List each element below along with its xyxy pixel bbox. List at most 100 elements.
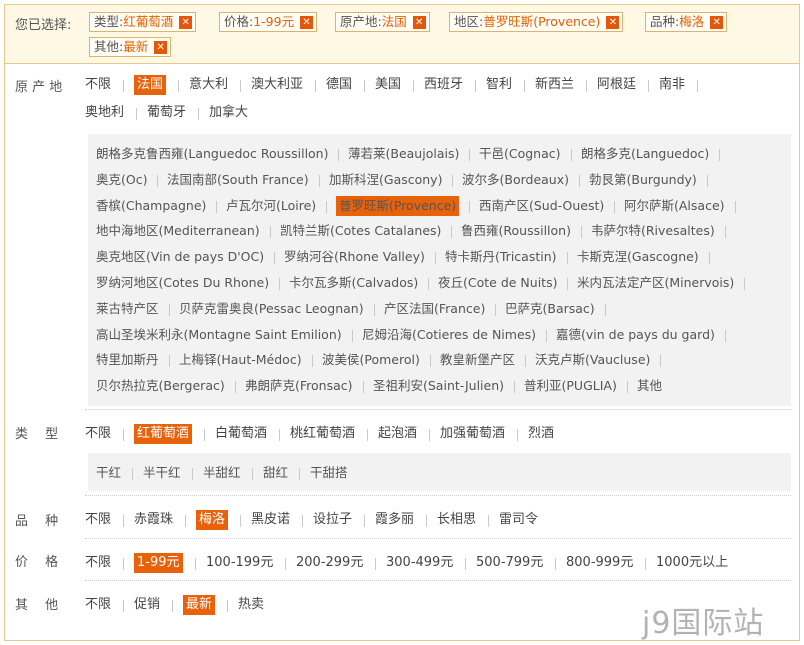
region-option[interactable]: 巴萨克(Barsac) <box>505 299 595 319</box>
price-option[interactable]: 1-99元 <box>134 553 183 573</box>
region-option[interactable]: 罗纳河谷(Rhone Valley) <box>284 247 425 267</box>
region-option[interactable]: 普利亚(PUGLIA) <box>524 376 617 396</box>
region-option[interactable]: 普罗旺斯(Provence) <box>336 195 460 216</box>
origin-option[interactable]: 德国 <box>326 75 352 95</box>
region-option[interactable]: 凯特兰斯(Cotes Catalanes) <box>280 221 441 241</box>
region-option[interactable]: 沃克卢斯(Vaucluse) <box>535 350 650 370</box>
region-option[interactable]: 勃艮第(Burgundy) <box>589 170 697 190</box>
region-option[interactable]: 卡斯克涅(Gascogne) <box>577 247 699 267</box>
region-option[interactable]: 奥克(Oc) <box>96 170 147 190</box>
type-sub-option[interactable]: 干甜搭 <box>310 463 348 483</box>
type-option[interactable]: 加强葡萄酒 <box>440 424 505 444</box>
other-option[interactable]: 热卖 <box>238 595 264 615</box>
option-separator <box>171 600 173 612</box>
option-separator <box>274 252 275 265</box>
remove-filter-icon[interactable]: ✕ <box>300 16 314 29</box>
region-option[interactable]: 卡尔瓦多斯(Calvados) <box>289 273 418 293</box>
origin-option[interactable]: 南非 <box>659 75 685 95</box>
price-option[interactable]: 100-199元 <box>206 553 273 573</box>
other-option[interactable]: 促销 <box>134 595 160 615</box>
region-option[interactable]: 产区法国(France) <box>384 299 485 319</box>
region-option[interactable]: 干邑(Cognac) <box>479 144 561 164</box>
origin-option[interactable]: 不限 <box>85 75 111 95</box>
remove-filter-icon[interactable]: ✕ <box>606 16 620 29</box>
price-option[interactable]: 500-799元 <box>476 553 543 573</box>
region-option[interactable]: 上梅铎(Haut-Médoc) <box>179 350 302 370</box>
price-option[interactable]: 300-499元 <box>386 553 453 573</box>
variety-option[interactable]: 梅洛 <box>196 510 229 530</box>
remove-filter-icon[interactable]: ✕ <box>710 16 724 29</box>
type-option[interactable]: 白葡萄酒 <box>215 424 267 444</box>
region-option[interactable]: 贝萨克雷奥良(Pessac Leognan) <box>179 299 364 319</box>
region-option[interactable]: 罗纳河地区(Cotes Du Rhone) <box>96 273 269 293</box>
remove-filter-icon[interactable]: ✕ <box>412 16 426 29</box>
region-option[interactable]: 奥克地区(Vin de pays D'OC) <box>96 247 264 267</box>
region-option[interactable]: 波美侯(Pomerol) <box>322 350 420 370</box>
remove-filter-icon[interactable]: ✕ <box>154 41 168 54</box>
price-option[interactable]: 1000元以上 <box>656 553 728 573</box>
origin-option[interactable]: 阿根廷 <box>597 75 636 95</box>
remove-filter-icon[interactable]: ✕ <box>179 16 193 29</box>
region-option[interactable]: 朗格多克鲁西雍(Languedoc Roussillon) <box>96 144 328 164</box>
price-option[interactable]: 不限 <box>85 553 111 573</box>
region-option[interactable]: 卢瓦尔河(Loire) <box>226 196 316 216</box>
type-sub-option[interactable]: 甜红 <box>263 463 288 483</box>
variety-option[interactable]: 霞多丽 <box>375 510 414 530</box>
region-option[interactable]: 波尔多(Bordeaux) <box>462 170 569 190</box>
type-option[interactable]: 烈酒 <box>528 424 554 444</box>
region-option[interactable]: 朗格多克(Languedoc) <box>581 144 709 164</box>
type-sub-option[interactable]: 半干红 <box>143 463 181 483</box>
origin-option[interactable]: 澳大利亚 <box>251 75 303 95</box>
region-option[interactable]: 鲁西雍(Roussillon) <box>461 221 571 241</box>
region-option[interactable]: 阿尔萨斯(Alsace) <box>624 196 725 216</box>
selected-filter-chip: 价格:1-99元 ✕ <box>219 12 318 32</box>
region-option[interactable]: 特卡斯丹(Tricastin) <box>445 247 557 267</box>
filter-label-variety: 品 种 <box>15 514 59 529</box>
variety-option[interactable]: 不限 <box>85 510 111 530</box>
region-option[interactable]: 教皇新堡产区 <box>440 350 515 370</box>
region-option[interactable]: 加斯科涅(Gascony) <box>329 170 442 190</box>
origin-option[interactable]: 葡萄牙 <box>147 103 186 123</box>
other-option[interactable]: 不限 <box>85 595 111 615</box>
origin-option[interactable]: 美国 <box>375 75 401 95</box>
region-option[interactable]: 圣祖利安(Saint-Julien) <box>373 376 504 396</box>
origin-option[interactable]: 意大利 <box>189 75 228 95</box>
region-option[interactable]: 高山圣埃米利永(Montagne Saint Emilion) <box>96 325 342 345</box>
variety-option[interactable]: 黑皮诺 <box>251 510 290 530</box>
price-option[interactable]: 200-299元 <box>296 553 363 573</box>
region-option[interactable]: 地中海地区(Mediterranean) <box>96 221 260 241</box>
region-option[interactable]: 法国南部(South France) <box>167 170 309 190</box>
region-option[interactable]: 香槟(Champagne) <box>96 196 206 216</box>
region-option[interactable]: 西南产区(Sud-Ouest) <box>479 196 604 216</box>
variety-option[interactable]: 设拉子 <box>313 510 352 530</box>
region-option[interactable]: 嘉德(vin de pays du gard) <box>556 325 715 345</box>
region-option[interactable]: 韦萨尔特(Rivesaltes) <box>591 221 715 241</box>
region-option[interactable]: 尼姆沿海(Cotieres de Nimes) <box>362 325 536 345</box>
origin-option[interactable]: 加拿大 <box>209 103 248 123</box>
region-option[interactable]: 米内瓦法定产区(Minervois) <box>577 273 734 293</box>
origin-option[interactable]: 法国 <box>134 75 167 95</box>
option-separator <box>169 355 170 368</box>
price-option[interactable]: 800-999元 <box>566 553 633 573</box>
type-sub-option[interactable]: 干红 <box>96 463 121 483</box>
origin-option[interactable]: 西班牙 <box>424 75 463 95</box>
region-option[interactable]: 莱古特产区 <box>96 299 159 319</box>
origin-option[interactable]: 智利 <box>486 75 512 95</box>
other-option[interactable]: 最新 <box>183 595 216 615</box>
type-sub-option[interactable]: 半甜红 <box>203 463 241 483</box>
variety-option[interactable]: 长相思 <box>437 510 476 530</box>
region-option[interactable]: 特里加斯丹 <box>96 350 159 370</box>
region-option[interactable]: 薄若莱(Beaujolais) <box>348 144 459 164</box>
type-option[interactable]: 不限 <box>85 424 111 444</box>
type-option[interactable]: 红葡萄酒 <box>134 424 193 444</box>
type-option[interactable]: 起泡酒 <box>378 424 417 444</box>
region-option[interactable]: 弗朗萨克(Fronsac) <box>245 376 353 396</box>
region-option[interactable]: 夜丘(Cote de Nuits) <box>438 273 557 293</box>
region-option[interactable]: 其他 <box>637 376 662 396</box>
origin-option[interactable]: 奥地利 <box>85 103 124 123</box>
variety-option[interactable]: 雷司令 <box>499 510 538 530</box>
origin-option[interactable]: 新西兰 <box>535 75 574 95</box>
variety-option[interactable]: 赤霞珠 <box>134 510 173 530</box>
type-option[interactable]: 桃红葡萄酒 <box>290 424 355 444</box>
region-option[interactable]: 贝尔热拉克(Bergerac) <box>96 376 225 396</box>
